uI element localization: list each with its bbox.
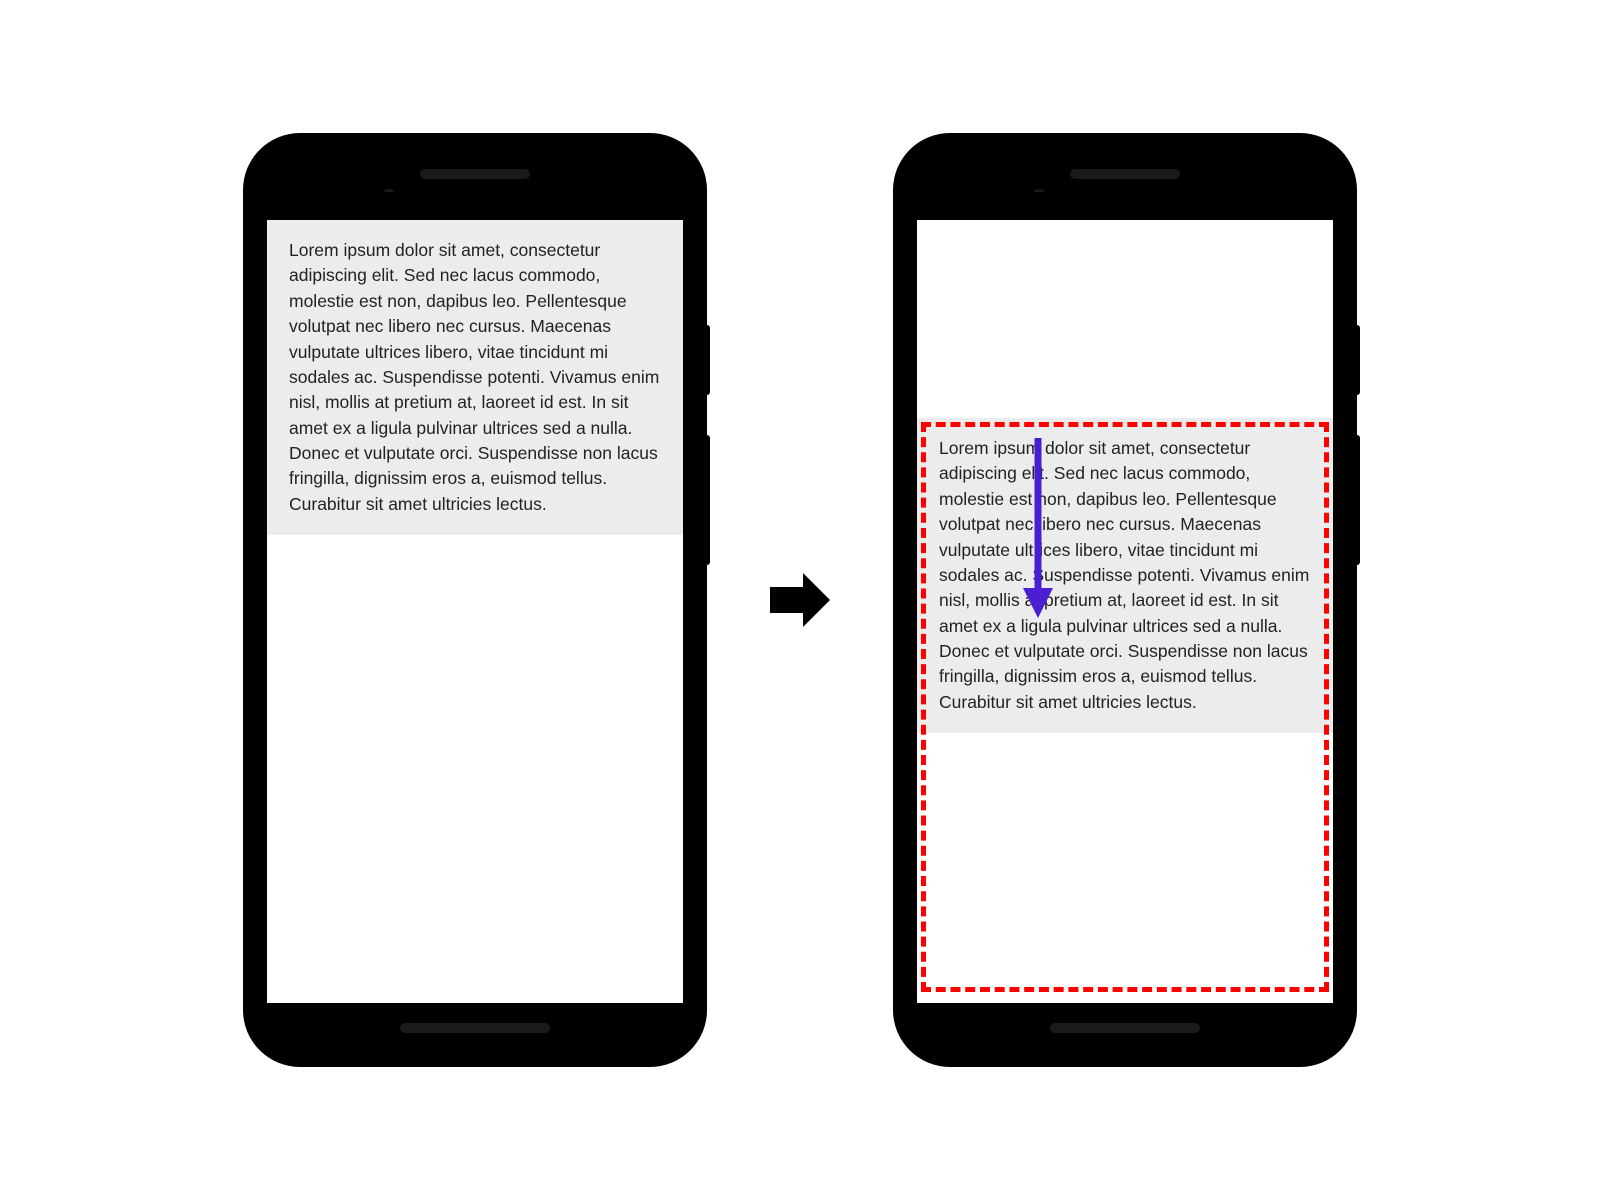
volume-button [705,435,710,565]
content-area-after: Lorem ipsum dolor sit amet, consectetur … [917,418,1333,1003]
volume-button [1355,435,1360,565]
phone-frame: Lorem ipsum dolor sit amet, consectetur … [907,147,1343,1053]
phone-before: Lorem ipsum dolor sit amet, consectetur … [245,135,705,1065]
phone-frame: Lorem ipsum dolor sit amet, consectetur … [257,147,693,1053]
speaker-bottom [400,1023,550,1033]
speaker-bottom [1050,1023,1200,1033]
status-bar [267,192,683,220]
screen-after: Lorem ipsum dolor sit amet, consectetur … [917,192,1333,1003]
power-button [705,325,710,395]
content-area-before: Lorem ipsum dolor sit amet, consectetur … [267,220,683,1003]
transition-arrow-icon [765,565,835,635]
speaker-top [1070,169,1180,179]
status-bar [917,192,1333,220]
text-paragraph: Lorem ipsum dolor sit amet, consectetur … [917,418,1333,733]
speaker-top [420,169,530,179]
screen-before: Lorem ipsum dolor sit amet, consectetur … [267,192,683,1003]
text-paragraph: Lorem ipsum dolor sit amet, consectetur … [267,220,683,535]
phone-after: Lorem ipsum dolor sit amet, consectetur … [895,135,1355,1065]
power-button [1355,325,1360,395]
